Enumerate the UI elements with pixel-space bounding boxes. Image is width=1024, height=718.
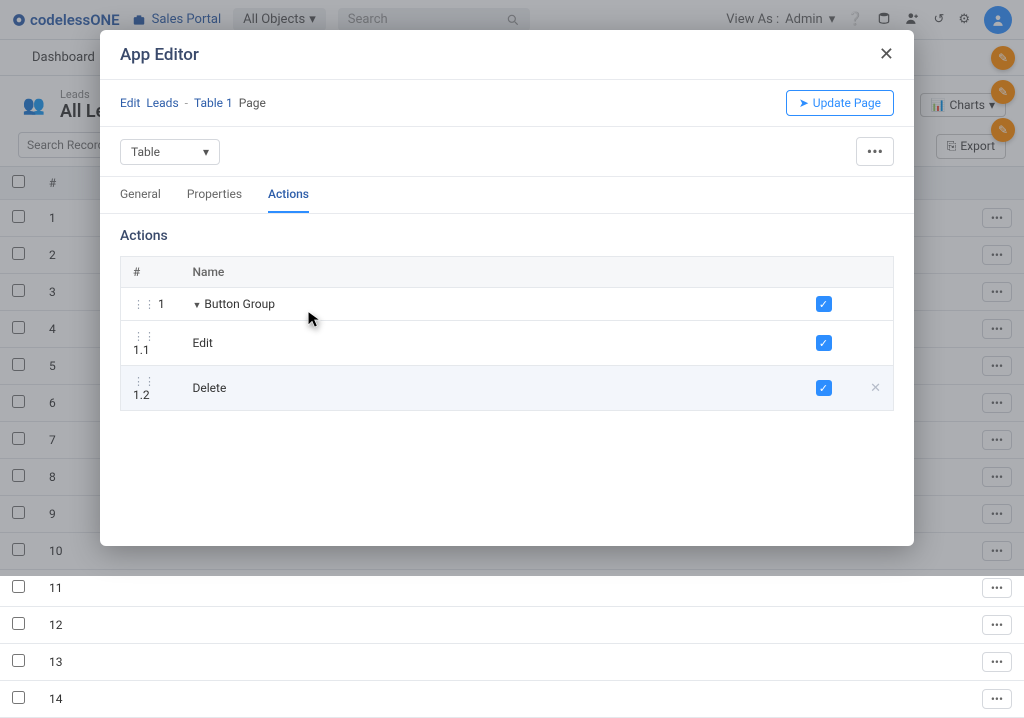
col-num: # <box>121 257 181 288</box>
row-actions-button[interactable]: ••• <box>982 689 1012 709</box>
row-actions-button[interactable]: ••• <box>982 615 1012 635</box>
drag-handle-icon[interactable]: ⋮⋮ <box>133 298 155 311</box>
crumb-table1[interactable]: Table 1 <box>194 96 233 110</box>
caret-down-icon[interactable]: ▼ <box>193 301 202 311</box>
checkbox-checked[interactable]: ✓ <box>816 380 832 396</box>
row-num: 14 <box>37 681 87 718</box>
select-value: Table <box>131 145 160 159</box>
row-actions-button[interactable]: ••• <box>982 578 1012 598</box>
row-num: 13 <box>37 644 87 681</box>
row-num: 1.2 <box>133 388 150 402</box>
drag-handle-icon[interactable]: ⋮⋮ <box>133 375 155 388</box>
crumb-sep: - <box>185 96 188 110</box>
col-name: Name <box>181 257 804 288</box>
row-checkbox[interactable] <box>12 654 25 667</box>
delete-row-button[interactable]: ✕ <box>870 381 881 396</box>
tab-actions[interactable]: Actions <box>268 177 309 213</box>
checkbox-checked[interactable]: ✓ <box>816 335 832 351</box>
action-row[interactable]: ⋮⋮ 1.2 Delete ✓ ✕ <box>121 366 894 411</box>
app-editor-modal: App Editor ✕ Edit Leads - Table 1 Page ➤… <box>100 30 914 546</box>
drag-handle-icon[interactable]: ⋮⋮ <box>133 330 155 343</box>
crumb-edit[interactable]: Edit <box>120 96 140 110</box>
close-button[interactable]: ✕ <box>879 44 894 65</box>
action-row[interactable]: ⋮⋮ 1 ▼ Button Group ✓ <box>121 288 894 321</box>
table-row[interactable]: 13 ••• <box>0 644 1024 681</box>
tab-properties[interactable]: Properties <box>187 177 242 213</box>
modal-title: App Editor <box>120 45 199 65</box>
row-checkbox[interactable] <box>12 617 25 630</box>
action-row[interactable]: ⋮⋮ 1.1 Edit ✓ <box>121 321 894 366</box>
crumb-page: Page <box>239 96 266 110</box>
chevron-down-icon: ▾ <box>203 145 209 159</box>
actions-table: # Name ⋮⋮ 1▼ Button Group✓⋮⋮ 1.1Edit✓⋮⋮ … <box>120 256 894 411</box>
table-row[interactable]: 14 ••• <box>0 681 1024 718</box>
update-page-button[interactable]: ➤ Update Page <box>786 90 894 116</box>
row-name: Edit <box>193 336 213 350</box>
row-num: 1 <box>158 297 165 311</box>
table-row[interactable]: 12 ••• <box>0 607 1024 644</box>
toolbar-more-button[interactable]: ••• <box>856 137 894 166</box>
row-num: 12 <box>37 607 87 644</box>
row-checkbox[interactable] <box>12 691 25 704</box>
row-actions-button[interactable]: ••• <box>982 652 1012 672</box>
paper-plane-icon: ➤ <box>799 96 809 110</box>
row-name: Delete <box>193 381 227 395</box>
element-select[interactable]: Table ▾ <box>120 139 220 165</box>
section-title: Actions <box>120 228 894 244</box>
row-name: Button Group <box>204 297 275 311</box>
row-checkbox[interactable] <box>12 580 25 593</box>
tab-general[interactable]: General <box>120 177 161 213</box>
update-label: Update Page <box>813 96 881 110</box>
row-num: 1.1 <box>133 343 150 357</box>
checkbox-checked[interactable]: ✓ <box>816 296 832 312</box>
crumb-leads[interactable]: Leads <box>146 96 178 110</box>
